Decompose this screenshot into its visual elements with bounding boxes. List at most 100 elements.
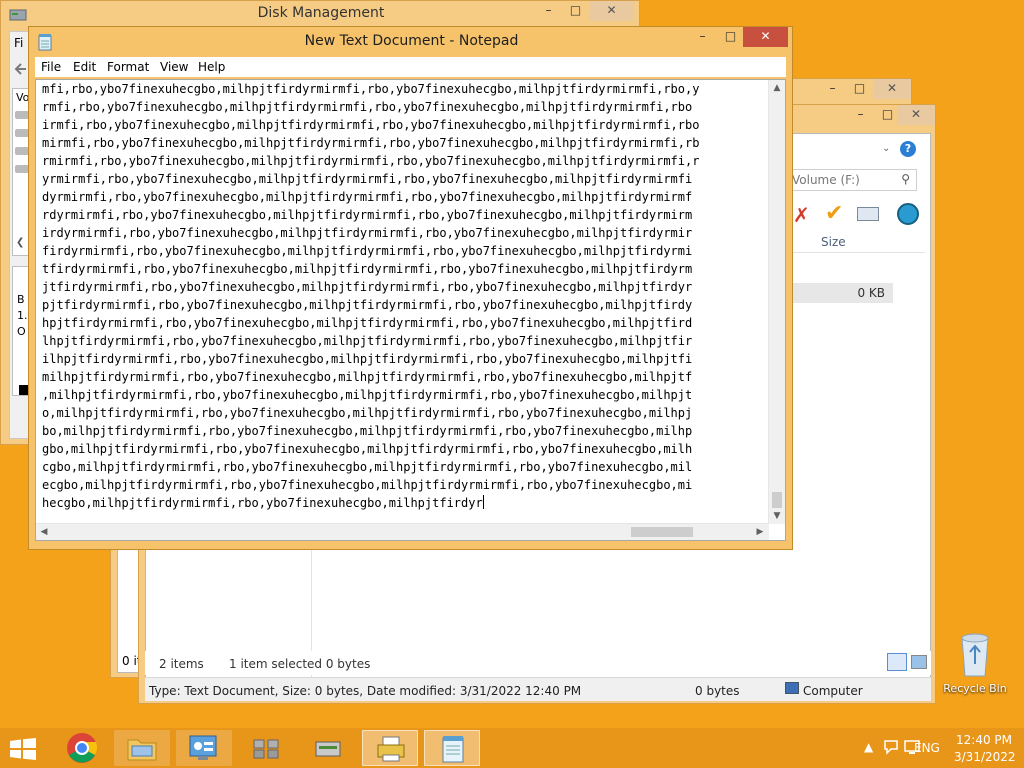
notepad-text-line[interactable]: ilhpjtfirdyrmirmfi,rbo,ybo7finexuhecgbo,…	[42, 350, 764, 368]
notepad-title: New Text Document - Notepad	[304, 33, 519, 49]
horizontal-scrollbar[interactable]: ◀ ▶	[36, 523, 769, 540]
notepad-text-area[interactable]: mfi,rbo,ybo7finexuhecgbo,milhpjtfirdyrmi…	[35, 79, 786, 541]
taskbar-explorer-button[interactable]	[114, 730, 170, 766]
details-view-icon[interactable]	[887, 653, 907, 671]
notepad-window[interactable]: New Text Document - Notepad – □ ✕ File E…	[28, 26, 793, 550]
clock-date[interactable]: 3/31/2022	[954, 750, 1016, 764]
recycle-bin-label: Recycle Bin	[943, 682, 1007, 695]
notepad-text-line[interactable]: o,milhpjtfirdyrmirmfi,rbo,ybo7finexuhecg…	[42, 404, 764, 422]
search-icon[interactable]: ⚲	[901, 172, 910, 186]
explorer-minimize-button[interactable]: –	[847, 105, 874, 125]
notepad-text-line[interactable]: bo,milhpjtfirdyrmirmfi,rbo,ybo7finexuhec…	[42, 422, 764, 440]
drive-icon	[15, 111, 29, 119]
notepad-text-line[interactable]: cgbo,milhpjtfirdyrmirmfi,rbo,ybo7finexuh…	[42, 458, 764, 476]
properties-icon[interactable]	[857, 207, 879, 221]
notepad-maximize-button[interactable]: □	[717, 27, 744, 47]
scroll-left-arrow-icon[interactable]: ◀	[36, 524, 52, 540]
large-icons-view-icon[interactable]	[911, 655, 927, 669]
menu-file[interactable]: File	[41, 60, 61, 74]
drive-icon	[15, 129, 29, 137]
notepad-text-line[interactable]: rmirmfi,rbo,ybo7finexuhecgbo,milhpjtfird…	[42, 152, 764, 170]
dm-file-menu[interactable]: Fi	[14, 36, 23, 50]
vertical-scrollbar[interactable]: ▲ ▼	[768, 80, 785, 524]
computer-icon	[785, 682, 799, 694]
notepad-text-line[interactable]: jtfirdyrmirmfi,rbo,ybo7finexuhecgbo,milh…	[42, 278, 764, 296]
taskbar-control-panel-button[interactable]	[176, 730, 232, 766]
vertical-scroll-thumb[interactable]	[772, 492, 782, 508]
checkmark-icon[interactable]: ✔	[825, 201, 843, 226]
details-location: Computer	[803, 684, 863, 698]
clock-time[interactable]: 12:40 PM	[956, 733, 1012, 747]
notepad-text-line[interactable]: mirmfi,rbo,ybo7finexuhecgbo,milhpjtfirdy…	[42, 134, 764, 152]
notepad-minimize-button[interactable]: –	[689, 27, 716, 47]
action-center-icon[interactable]	[884, 740, 902, 756]
column-header-size[interactable]: Size	[785, 231, 925, 253]
taskbar-network-button[interactable]	[238, 730, 294, 766]
notepad-text-line[interactable]: milhpjtfirdyrmirmfi,rbo,ybo7finexuhecgbo…	[42, 368, 764, 386]
notepad-menu-bar: File Edit Format View Help	[35, 57, 786, 77]
menu-format[interactable]: Format	[107, 60, 149, 74]
chevron-down-icon[interactable]: ⌄	[882, 143, 890, 154]
explorer-details-bar: Type: Text Document, Size: 0 bytes, Date…	[145, 677, 931, 701]
horizontal-scroll-thumb[interactable]	[631, 527, 693, 537]
menu-help[interactable]: Help	[198, 60, 225, 74]
chrome-icon	[67, 733, 98, 763]
control-panel-icon	[189, 735, 217, 760]
globe-icon[interactable]	[897, 203, 919, 225]
delete-icon[interactable]: ✗	[793, 203, 810, 227]
disk-management-app-icon	[9, 7, 27, 23]
recycle-bin-icon	[961, 633, 989, 677]
taskbar-chrome-button[interactable]	[54, 730, 110, 766]
notepad-text-line[interactable]: irdyrmirmfi,rbo,ybo7finexuhecgbo,milhpjt…	[42, 224, 764, 242]
dm-disk-status: O	[17, 325, 26, 338]
notepad-text-content[interactable]: mfi,rbo,ybo7finexuhecgbo,milhpjtfirdyrmi…	[42, 80, 764, 522]
scroll-up-arrow-icon[interactable]: ▲	[769, 80, 785, 96]
notepad-text-line[interactable]: gbo,milhpjtfirdyrmirmfi,rbo,ybo7finexuhe…	[42, 440, 764, 458]
notepad-text-line[interactable]: hecgbo,milhpjtfirdyrmirmfi,rbo,ybo7finex…	[42, 494, 764, 512]
drive-icon	[15, 165, 29, 173]
explorer-address-bar[interactable]: ⌄ ?	[785, 139, 916, 161]
scroll-down-arrow-icon[interactable]: ▼	[769, 508, 785, 524]
dm-minimize-button[interactable]: –	[535, 1, 562, 21]
taskbar-notepad-button[interactable]	[424, 730, 480, 766]
drive-icon	[15, 147, 29, 155]
show-hidden-icons-icon[interactable]: ▲	[864, 740, 873, 754]
rear-maximize-button[interactable]: □	[846, 79, 873, 99]
help-icon[interactable]: ?	[900, 141, 916, 157]
rear-close-button[interactable]: ✕	[873, 79, 911, 99]
recycle-bin-shortcut[interactable]: Recycle Bin	[940, 630, 1010, 700]
rear-minimize-button[interactable]: –	[819, 79, 846, 99]
notepad-text-line[interactable]: rdyrmirmfi,rbo,ybo7finexuhecgbo,milhpjtf…	[42, 206, 764, 224]
input-language[interactable]: ENG	[914, 741, 940, 755]
explorer-search-input[interactable]: Volume (F:) ⚲	[787, 169, 917, 191]
selected-file-size[interactable]: 0 KB	[785, 283, 893, 303]
scroll-left-arrow-icon[interactable]: ❮	[16, 237, 24, 248]
notepad-text-line[interactable]: lhpjtfirdyrmirmfi,rbo,ybo7finexuhecgbo,m…	[42, 332, 764, 350]
network-icon	[253, 739, 279, 759]
notepad-text-line[interactable]: irmfi,rbo,ybo7finexuhecgbo,milhpjtfirdyr…	[42, 116, 764, 134]
dm-close-button[interactable]: ✕	[589, 1, 634, 21]
notepad-text-line[interactable]: ecgbo,milhpjtfirdyrmirmfi,rbo,ybo7finexu…	[42, 476, 764, 494]
scroll-right-arrow-icon[interactable]: ▶	[752, 524, 768, 540]
taskbar-storage-button[interactable]	[300, 730, 356, 766]
taskbar: ▲ ENG 12:40 PM 3/31/2022	[0, 728, 1024, 768]
notepad-text-line[interactable]: dyrmirmfi,rbo,ybo7finexuhecgbo,milhpjtfi…	[42, 188, 764, 206]
menu-view[interactable]: View	[160, 60, 188, 74]
taskbar-printer-button[interactable]	[362, 730, 418, 766]
notepad-close-button[interactable]: ✕	[743, 27, 788, 47]
windows-logo-icon[interactable]	[10, 738, 36, 760]
notepad-text-line[interactable]: yrmirmfi,rbo,ybo7finexuhecgbo,milhpjtfir…	[42, 170, 764, 188]
menu-edit[interactable]: Edit	[73, 60, 96, 74]
notepad-text-line[interactable]: ,milhpjtfirdyrmirmfi,rbo,ybo7finexuhecgb…	[42, 386, 764, 404]
notepad-text-line[interactable]: hpjtfirdyrmirmfi,rbo,ybo7finexuhecgbo,mi…	[42, 314, 764, 332]
notepad-text-line[interactable]: mfi,rbo,ybo7finexuhecgbo,milhpjtfirdyrmi…	[42, 80, 764, 98]
explorer-close-button[interactable]: ✕	[897, 105, 935, 125]
notepad-text-line[interactable]: firdyrmirmfi,rbo,ybo7finexuhecgbo,milhpj…	[42, 242, 764, 260]
notepad-text-line[interactable]: rmfi,rbo,ybo7finexuhecgbo,milhpjtfirdyrm…	[42, 98, 764, 116]
dm-maximize-button[interactable]: □	[562, 1, 589, 21]
text-caret	[482, 495, 484, 509]
dm-disk-size: 1.	[17, 309, 28, 322]
notepad-text-line[interactable]: pjtfirdyrmirmfi,rbo,ybo7finexuhecgbo,mil…	[42, 296, 764, 314]
search-placeholder: Volume (F:)	[792, 173, 860, 187]
notepad-text-line[interactable]: tfirdyrmirmfi,rbo,ybo7finexuhecgbo,milhp…	[42, 260, 764, 278]
